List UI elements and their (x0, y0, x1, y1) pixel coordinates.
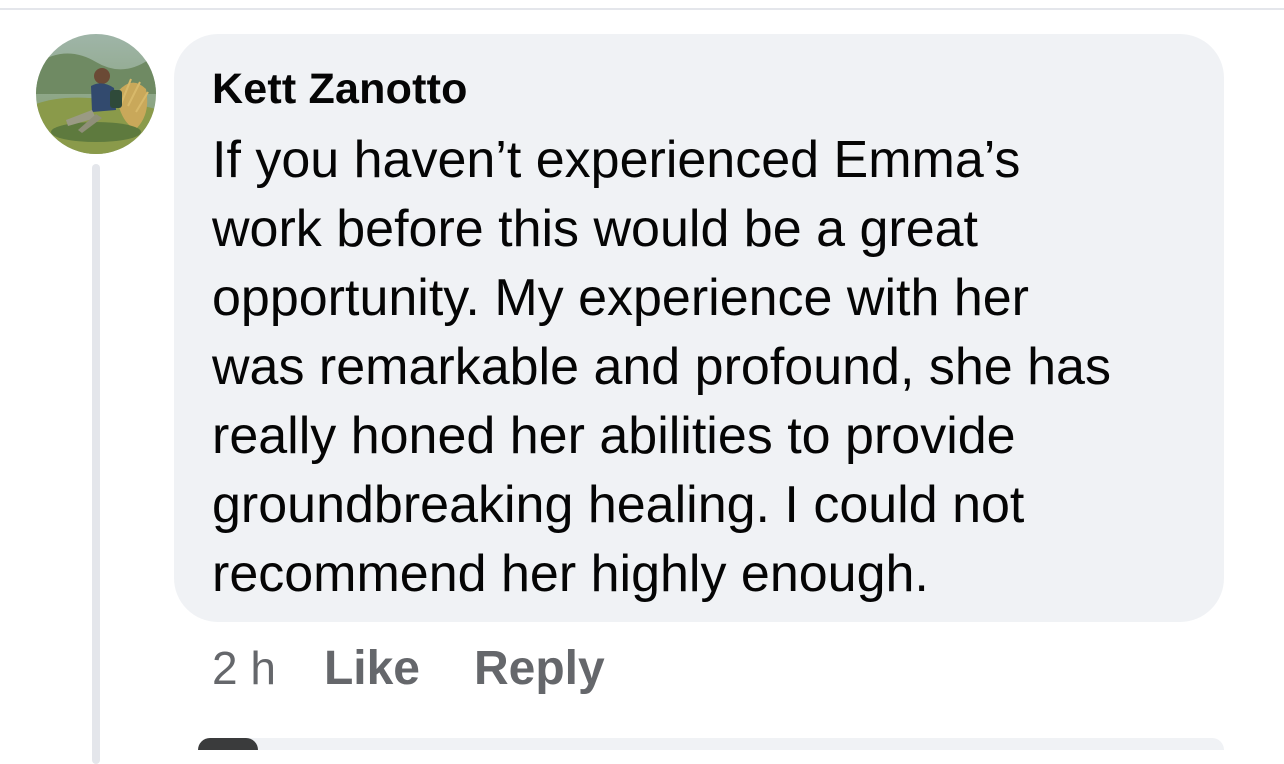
comment-text-line: recommend her highly enough. (212, 545, 929, 603)
comment-text-line: really honed her abilities to provide (212, 407, 1016, 465)
comment-text-line: was remarkable and profound, she has (212, 338, 1111, 396)
next-reply-avatar-edge (198, 738, 258, 750)
comment-actions: 2 h Like Reply (212, 638, 659, 698)
comment-author[interactable]: Kett Zanotto (212, 62, 468, 116)
comment-text-line: If you haven’t experienced Emma’s (212, 131, 1021, 189)
next-reply-bubble-edge (200, 738, 1224, 750)
comment-bubble: Kett Zanotto If you haven’t experienced … (174, 34, 1224, 622)
comment-text-line: work before this would be a great (212, 200, 978, 258)
top-divider (0, 8, 1284, 10)
thread-line (92, 164, 100, 764)
comment-text-line: groundbreaking healing. I could not (212, 476, 1025, 534)
reply-button[interactable]: Reply (474, 641, 605, 696)
avatar[interactable] (36, 34, 156, 154)
like-button[interactable]: Like (324, 641, 420, 696)
comment-text: If you haven’t experienced Emma’s work b… (212, 126, 1212, 609)
comment-text-line: opportunity. My experience with her (212, 269, 1029, 327)
comment-timestamp[interactable]: 2 h (212, 641, 276, 695)
avatar-photo (36, 34, 156, 154)
